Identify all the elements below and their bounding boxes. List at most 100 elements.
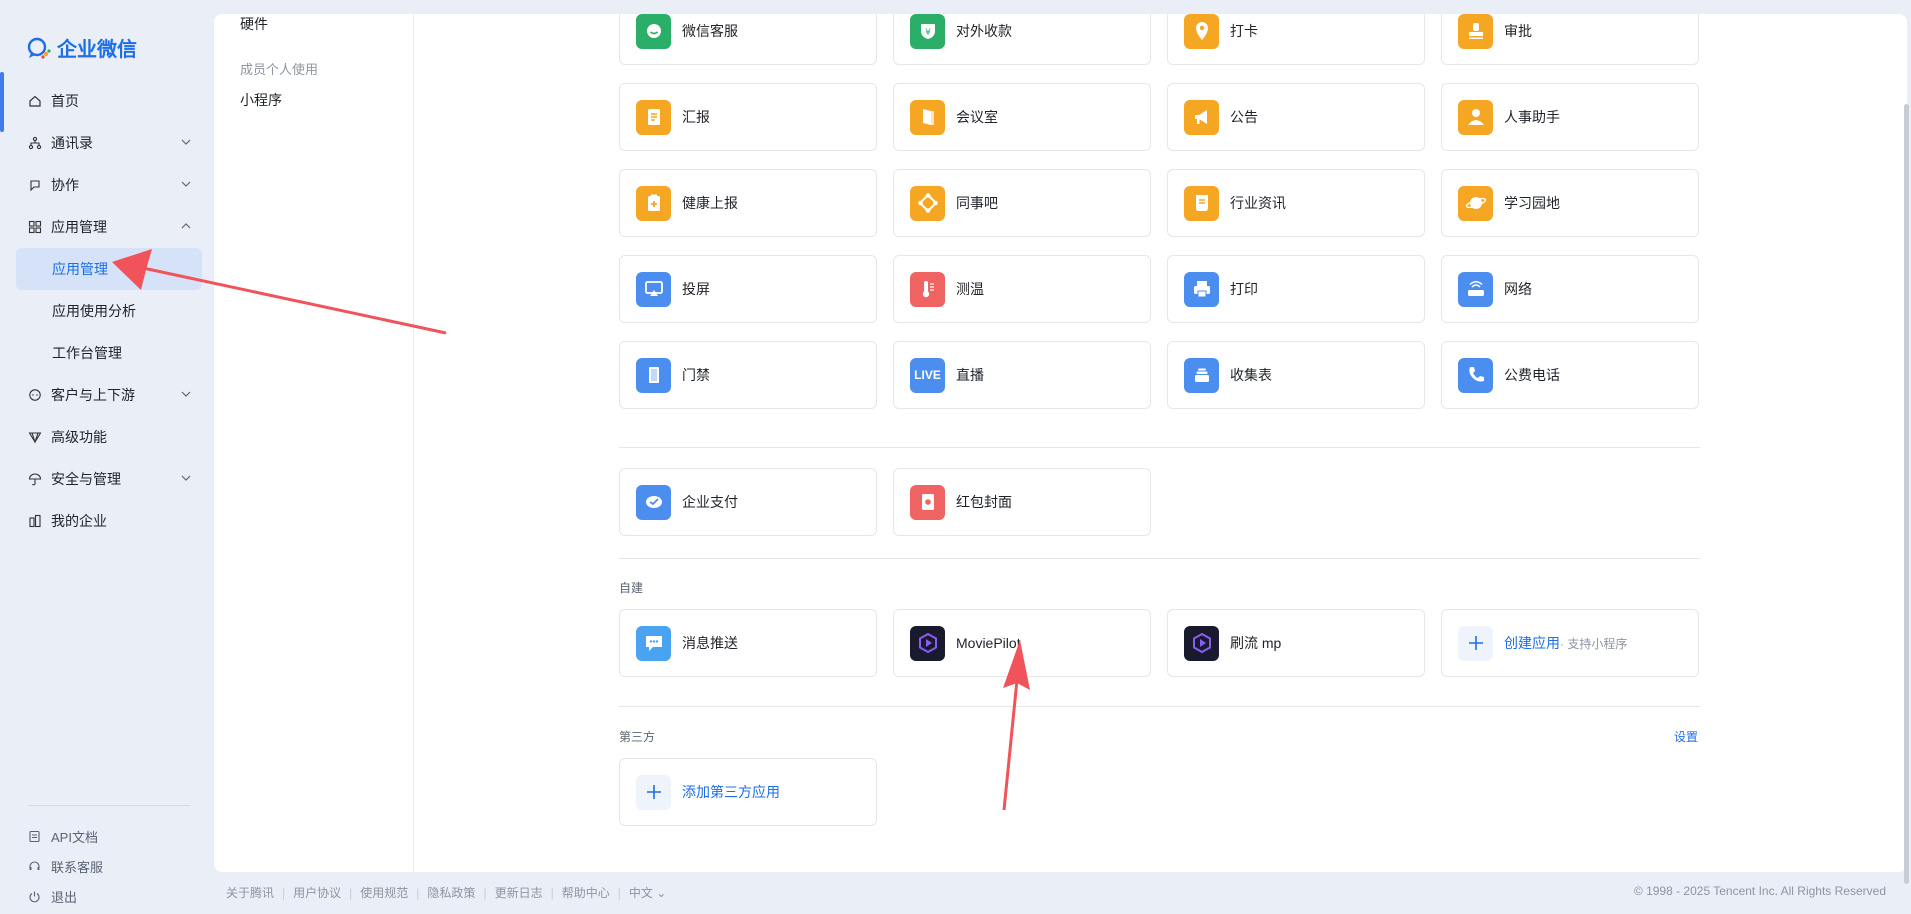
footer-link-changelog[interactable]: 更新日志: [495, 884, 543, 901]
basic-app-card[interactable]: 门禁: [619, 341, 877, 409]
category-hardware[interactable]: 硬件: [240, 14, 268, 34]
custom-app-card[interactable]: 刷流 mp: [1167, 609, 1425, 677]
footer-separator: |: [416, 885, 420, 900]
brand-name: 企业微信: [57, 39, 137, 61]
app-name: 红包封面: [956, 494, 1012, 510]
payment-app-card[interactable]: 红包封面: [893, 468, 1151, 536]
footer-link-help[interactable]: 帮助中心: [562, 884, 610, 901]
copyright: © 1998 - 2025 Tencent Inc. All Rights Re…: [1633, 884, 1886, 898]
language-label: 中文: [628, 886, 653, 900]
nav-security[interactable]: 安全与管理: [16, 458, 202, 500]
contact-support-link[interactable]: 联系客服: [28, 851, 103, 881]
yuan-shield-icon: ¥: [910, 14, 945, 49]
basic-app-card[interactable]: 投屏: [619, 255, 877, 323]
custom-app-card[interactable]: 消息推送: [619, 609, 877, 677]
nav-collab-label: 协作: [51, 177, 79, 193]
api-docs-label: API文档: [51, 829, 98, 845]
custom-apps-label: 自建: [619, 581, 644, 595]
red-packet-icon: [910, 484, 945, 520]
nav-collab[interactable]: 协作: [16, 164, 202, 206]
subnav-workbench-management[interactable]: 工作台管理: [16, 332, 202, 374]
basic-app-card[interactable]: ¥ 对外收款: [893, 14, 1151, 65]
main-panel: 硬件 成员个人使用 小程序 微信客服 ¥ 对外收款 打卡 审批汇报 会议室 公告 人事助手健康…: [214, 14, 1907, 872]
stack-icon: [1184, 357, 1219, 393]
collab-icon: [28, 178, 42, 192]
nav-app-management[interactable]: 应用管理: [16, 206, 202, 248]
custom-app-card[interactable]: MoviePilot: [893, 609, 1151, 677]
nav-home[interactable]: 首页: [16, 80, 202, 122]
message-push-icon: [636, 625, 671, 661]
nav-advanced[interactable]: 高级功能: [16, 416, 202, 458]
footer-link-agreement[interactable]: 用户协议: [293, 884, 341, 901]
section-divider: [619, 558, 1700, 559]
basic-app-card[interactable]: 人事助手: [1441, 83, 1699, 151]
scrollbar-thumb[interactable]: [1904, 104, 1909, 884]
footer-links: 关于腾讯 | 用户协议 | 使用规范 | 隐私政策 | 更新日志 | 帮助中心 | 中文 ⌄: [226, 884, 666, 901]
app-name: 刷流 mp: [1230, 635, 1282, 651]
live-icon: LIVE: [910, 357, 945, 393]
page-scrollbar[interactable]: [1903, 14, 1911, 884]
app-name: 公告: [1230, 109, 1258, 125]
app-name: 测温: [956, 281, 984, 297]
add-third-party-card[interactable]: 添加第三方应用: [619, 758, 877, 826]
basic-app-card[interactable]: 公告: [1167, 83, 1425, 151]
plus-icon: [636, 774, 671, 810]
basic-app-card[interactable]: 健康上报: [619, 169, 877, 237]
basic-app-card[interactable]: 审批: [1441, 14, 1699, 65]
footer-separator: |: [550, 885, 554, 900]
nav-security-label: 安全与管理: [51, 471, 121, 487]
person-icon: [1458, 99, 1493, 135]
basic-app-card[interactable]: 学习园地: [1441, 169, 1699, 237]
chevron-down-icon: [181, 181, 191, 187]
basic-app-card[interactable]: 打卡: [1167, 14, 1425, 65]
nav-customers[interactable]: 客户与上下游: [16, 374, 202, 416]
category-mini-program[interactable]: 小程序: [240, 90, 282, 110]
basic-app-card[interactable]: 打印: [1167, 255, 1425, 323]
basic-app-card[interactable]: 测温: [893, 255, 1151, 323]
grid-icon: [28, 220, 42, 234]
footer-separator: |: [282, 885, 286, 900]
pay-icon: [636, 484, 671, 520]
document-icon: [28, 830, 41, 843]
svg-text:¥: ¥: [925, 28, 931, 38]
payment-app-card[interactable]: 企业支付: [619, 468, 877, 536]
footer-link-privacy[interactable]: 隐私政策: [427, 884, 475, 901]
footer-link-rules[interactable]: 使用规范: [360, 884, 408, 901]
language-select[interactable]: 中文 ⌄: [629, 884, 666, 901]
phone-icon: [1458, 357, 1493, 393]
app-name: 打印: [1230, 281, 1258, 297]
category-group-personal: 成员个人使用: [240, 62, 319, 77]
nav-my-enterprise-label: 我的企业: [51, 513, 107, 529]
basic-app-card[interactable]: 行业资讯: [1167, 169, 1425, 237]
window-edge-accent: [0, 72, 4, 132]
basic-app-card[interactable]: 公费电话: [1441, 341, 1699, 409]
plus-icon: [1458, 625, 1493, 661]
api-docs-link[interactable]: API文档: [28, 821, 103, 851]
basic-app-card[interactable]: 微信客服: [619, 14, 877, 65]
add-third-party-label: 添加第三方应用: [682, 784, 780, 800]
basic-app-card[interactable]: 收集表: [1167, 341, 1425, 409]
nav-my-enterprise[interactable]: 我的企业: [16, 500, 202, 542]
wechat-service-icon: [636, 14, 671, 49]
create-app-card[interactable]: 创建应用 · 支持小程序: [1441, 609, 1699, 677]
basic-app-card[interactable]: 汇报: [619, 83, 877, 151]
basic-app-card[interactable]: 同事吧: [893, 169, 1151, 237]
third-party-settings-link[interactable]: 设置: [1674, 728, 1698, 745]
app-name: 学习园地: [1504, 195, 1560, 211]
basic-app-card[interactable]: 网络: [1441, 255, 1699, 323]
subnav-app-management[interactable]: 应用管理: [16, 248, 202, 290]
app-name: 同事吧: [956, 195, 998, 211]
basic-app-card[interactable]: LIVE 直播: [893, 341, 1151, 409]
nav-contacts[interactable]: 通讯录: [16, 122, 202, 164]
app-name: 对外收款: [956, 23, 1012, 39]
basic-app-card[interactable]: 会议室: [893, 83, 1151, 151]
app-name: 人事助手: [1504, 109, 1560, 125]
footer-link-about[interactable]: 关于腾讯: [226, 884, 274, 901]
logout-link[interactable]: 退出: [28, 881, 103, 911]
app-name: 微信客服: [682, 23, 738, 39]
app-name: 收集表: [1230, 367, 1272, 383]
subnav-app-usage-analysis[interactable]: 应用使用分析: [16, 290, 202, 332]
brand-logo[interactable]: 企业微信: [26, 33, 137, 62]
app-name: 企业支付: [682, 494, 738, 510]
contact-support-label: 联系客服: [51, 859, 104, 875]
